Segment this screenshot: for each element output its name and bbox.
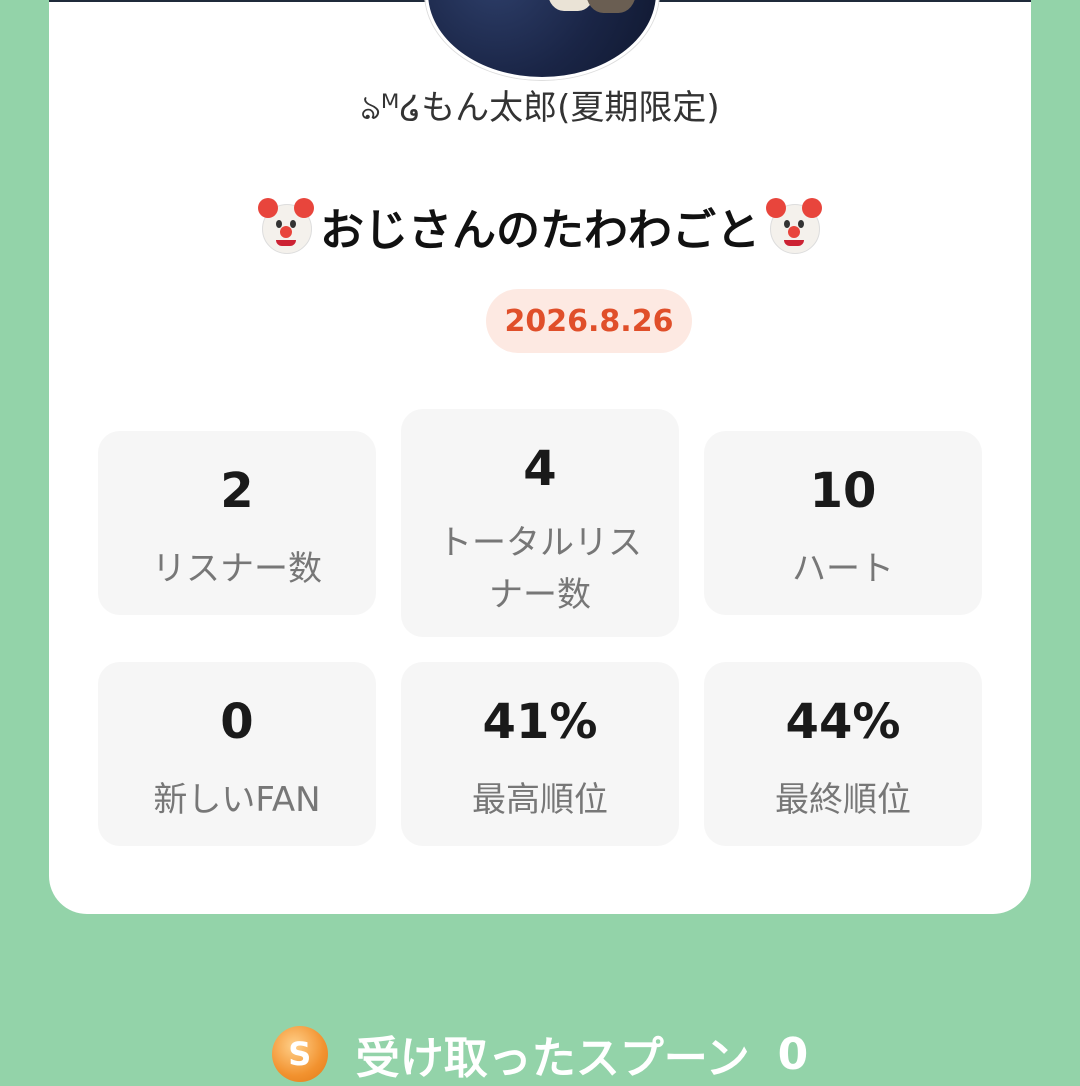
received-spoons-label: 受け取ったスプーン [355,1033,750,1084]
received-spoons-row: S 受け取ったスプーン 0 [0,1022,1080,1086]
avatar-cat-dark [586,0,636,13]
username: ঌᴹ໒もん太郎(夏期限定) [360,88,720,128]
spoon-coin-icon: S [271,1026,328,1082]
stat-value: 41% [482,694,598,750]
clown-face-icon [258,198,314,254]
stat-value: 10 [809,463,877,519]
broadcast-title-row: おじさんのたわわごと [49,194,1031,258]
stat-label-line2: ナー数 [489,575,591,615]
stat-label: ハート [792,549,894,589]
stat-listeners: 2 リスナー数 [98,431,376,615]
date-badge: 2026.8.26 [486,289,692,353]
stat-total-listeners: 4 トータルリス ナー数 [401,409,679,637]
stat-new-fans: 0 新しいFAN [98,662,376,846]
received-spoons-count: 0 [777,1028,809,1080]
stat-value: 4 [523,441,557,497]
stat-hearts: 10 ハート [704,431,982,615]
broadcast-title: おじさんのたわわごと [320,205,760,256]
stat-label: リスナー数 [152,549,322,589]
avatar[interactable] [425,0,659,80]
stat-value: 0 [220,694,254,750]
stat-label: 最高順位 [472,780,608,820]
stat-label: 新しいFAN [153,780,321,820]
stat-final-rank: 44% 最終順位 [704,662,982,846]
stat-highest-rank: 41% 最高順位 [401,662,679,846]
stat-label-line1: トータルリス [438,523,642,563]
stat-label: 最終順位 [775,780,911,820]
stat-value: 44% [785,694,901,750]
result-card: ঌᴹ໒もん太郎(夏期限定) おじさんのたわわごと 2026.8.26 2 リスナ… [49,0,1031,914]
stat-value: 2 [220,463,254,519]
clown-face-icon [766,198,822,254]
